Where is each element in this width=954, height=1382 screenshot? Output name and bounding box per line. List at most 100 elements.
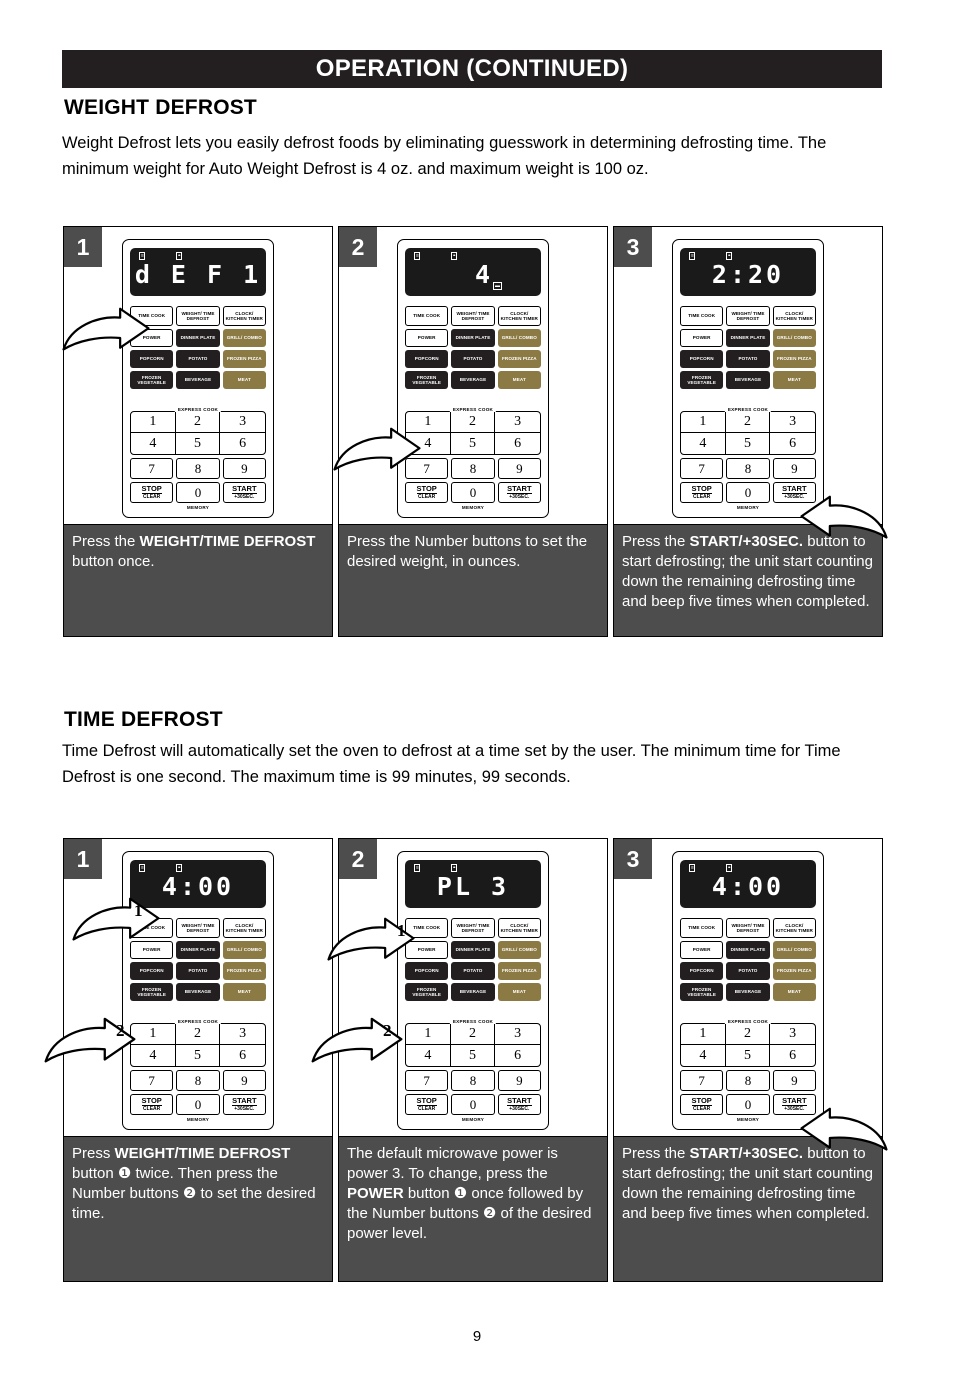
- number-key-2[interactable]: 2: [725, 1024, 771, 1045]
- panel-button-popcorn[interactable]: POPCORN: [130, 962, 174, 980]
- panel-button-weight-time-defrost[interactable]: WEIGHT/ TIME DEFROST: [451, 306, 495, 326]
- number-key-3[interactable]: 3: [770, 412, 815, 433]
- panel-button-potato[interactable]: POTATO: [726, 962, 770, 980]
- panel-button-dinner-plate[interactable]: DINNER PLATE: [176, 329, 220, 347]
- stop-clear-button[interactable]: STOP CLEAR: [130, 482, 174, 503]
- number-key-0[interactable]: 0: [451, 482, 495, 503]
- number-key-0[interactable]: 0: [176, 482, 220, 503]
- number-key-4[interactable]: 4: [681, 1045, 726, 1066]
- number-key-7[interactable]: 7: [680, 458, 724, 479]
- number-key-6[interactable]: 6: [770, 1045, 815, 1066]
- panel-button-potato[interactable]: POTATO: [726, 350, 770, 368]
- panel-button-frozen-pizza[interactable]: FROZEN PIZZA: [772, 962, 816, 980]
- number-key-5[interactable]: 5: [176, 1045, 221, 1066]
- panel-button-meat[interactable]: MEAT: [497, 371, 541, 389]
- stop-clear-button[interactable]: STOP CLEAR: [680, 1094, 724, 1115]
- number-key-8[interactable]: 8: [176, 1070, 220, 1091]
- panel-button-frozen-vegetable[interactable]: FROZEN VEGETABLE: [405, 371, 449, 389]
- panel-button-beverage[interactable]: BEVERAGE: [451, 983, 495, 1001]
- panel-button-time-cook[interactable]: TIME COOK: [405, 306, 449, 326]
- panel-button-grill-combo[interactable]: GRILL/ COMBO: [222, 329, 266, 347]
- panel-button-frozen-pizza[interactable]: FROZEN PIZZA: [222, 962, 266, 980]
- number-key-4[interactable]: 4: [131, 433, 176, 454]
- start-30sec-button[interactable]: START +30SEC.: [497, 1094, 541, 1115]
- panel-button-beverage[interactable]: BEVERAGE: [176, 371, 220, 389]
- number-key-1[interactable]: 1: [406, 1024, 451, 1045]
- panel-button-weight-time-defrost[interactable]: WEIGHT/ TIME DEFROST: [176, 306, 220, 326]
- number-key-8[interactable]: 8: [451, 458, 495, 479]
- panel-button-clock-kitchen-timer[interactable]: CLOCK/ KITCHEN TIMER: [772, 306, 816, 326]
- number-key-2[interactable]: 2: [175, 1024, 221, 1045]
- number-key-4[interactable]: 4: [681, 433, 726, 454]
- panel-button-power[interactable]: POWER: [680, 941, 724, 959]
- panel-button-popcorn[interactable]: POPCORN: [680, 350, 724, 368]
- number-key-5[interactable]: 5: [726, 1045, 771, 1066]
- panel-button-grill-combo[interactable]: GRILL/ COMBO: [222, 941, 266, 959]
- panel-button-popcorn[interactable]: POPCORN: [405, 350, 449, 368]
- panel-button-potato[interactable]: POTATO: [176, 962, 220, 980]
- panel-button-frozen-vegetable[interactable]: FROZEN VEGETABLE: [130, 371, 174, 389]
- panel-button-meat[interactable]: MEAT: [497, 983, 541, 1001]
- panel-button-meat[interactable]: MEAT: [222, 371, 266, 389]
- panel-button-weight-time-defrost[interactable]: WEIGHT/ TIME DEFROST: [726, 918, 770, 938]
- number-key-3[interactable]: 3: [770, 1024, 815, 1045]
- panel-button-dinner-plate[interactable]: DINNER PLATE: [726, 329, 770, 347]
- number-key-8[interactable]: 8: [726, 1070, 770, 1091]
- number-key-6[interactable]: 6: [770, 433, 815, 454]
- panel-button-frozen-vegetable[interactable]: FROZEN VEGETABLE: [680, 983, 724, 1001]
- number-key-3[interactable]: 3: [220, 412, 265, 433]
- stop-clear-button[interactable]: STOP CLEAR: [405, 482, 449, 503]
- panel-button-time-cook[interactable]: TIME COOK: [680, 306, 724, 326]
- panel-button-time-cook[interactable]: TIME COOK: [680, 918, 724, 938]
- panel-button-potato[interactable]: POTATO: [451, 962, 495, 980]
- number-key-3[interactable]: 3: [495, 412, 540, 433]
- number-key-6[interactable]: 6: [495, 433, 540, 454]
- panel-button-weight-time-defrost[interactable]: WEIGHT/ TIME DEFROST: [451, 918, 495, 938]
- start-30sec-button[interactable]: START +30SEC.: [222, 1094, 266, 1115]
- panel-button-potato[interactable]: POTATO: [451, 350, 495, 368]
- number-key-0[interactable]: 0: [451, 1094, 495, 1115]
- number-key-2[interactable]: 2: [725, 412, 771, 433]
- number-key-7[interactable]: 7: [130, 458, 174, 479]
- panel-button-clock-kitchen-timer[interactable]: CLOCK/ KITCHEN TIMER: [772, 918, 816, 938]
- number-key-1[interactable]: 1: [681, 412, 726, 433]
- panel-button-dinner-plate[interactable]: DINNER PLATE: [451, 941, 495, 959]
- panel-button-grill-combo[interactable]: GRILL/ COMBO: [497, 329, 541, 347]
- panel-button-frozen-pizza[interactable]: FROZEN PIZZA: [222, 350, 266, 368]
- number-key-8[interactable]: 8: [726, 458, 770, 479]
- start-30sec-button[interactable]: START +30SEC.: [497, 482, 541, 503]
- panel-button-potato[interactable]: POTATO: [176, 350, 220, 368]
- number-key-9[interactable]: 9: [497, 1070, 541, 1091]
- panel-button-clock-kitchen-timer[interactable]: CLOCK/ KITCHEN TIMER: [222, 306, 266, 326]
- number-key-2[interactable]: 2: [175, 412, 221, 433]
- panel-button-beverage[interactable]: BEVERAGE: [726, 371, 770, 389]
- number-key-9[interactable]: 9: [497, 458, 541, 479]
- panel-button-frozen-vegetable[interactable]: FROZEN VEGETABLE: [680, 371, 724, 389]
- panel-button-grill-combo[interactable]: GRILL/ COMBO: [772, 329, 816, 347]
- number-key-5[interactable]: 5: [451, 1045, 496, 1066]
- panel-button-meat[interactable]: MEAT: [772, 983, 816, 1001]
- number-key-6[interactable]: 6: [220, 433, 265, 454]
- number-key-0[interactable]: 0: [176, 1094, 220, 1115]
- panel-button-frozen-vegetable[interactable]: FROZEN VEGETABLE: [130, 983, 174, 1001]
- number-key-8[interactable]: 8: [451, 1070, 495, 1091]
- panel-button-frozen-pizza[interactable]: FROZEN PIZZA: [497, 350, 541, 368]
- number-key-3[interactable]: 3: [495, 1024, 540, 1045]
- number-key-6[interactable]: 6: [495, 1045, 540, 1066]
- panel-button-frozen-pizza[interactable]: FROZEN PIZZA: [497, 962, 541, 980]
- number-key-8[interactable]: 8: [176, 458, 220, 479]
- number-key-9[interactable]: 9: [772, 1070, 816, 1091]
- panel-button-frozen-vegetable[interactable]: FROZEN VEGETABLE: [405, 983, 449, 1001]
- panel-button-grill-combo[interactable]: GRILL/ COMBO: [497, 941, 541, 959]
- panel-button-frozen-pizza[interactable]: FROZEN PIZZA: [772, 350, 816, 368]
- panel-button-popcorn[interactable]: POPCORN: [680, 962, 724, 980]
- number-key-7[interactable]: 7: [680, 1070, 724, 1091]
- panel-button-beverage[interactable]: BEVERAGE: [176, 983, 220, 1001]
- panel-button-power[interactable]: POWER: [680, 329, 724, 347]
- number-key-7[interactable]: 7: [405, 1070, 449, 1091]
- number-key-5[interactable]: 5: [726, 433, 771, 454]
- number-key-7[interactable]: 7: [130, 1070, 174, 1091]
- number-key-9[interactable]: 9: [772, 458, 816, 479]
- start-30sec-button[interactable]: START +30SEC.: [222, 482, 266, 503]
- number-key-3[interactable]: 3: [220, 1024, 265, 1045]
